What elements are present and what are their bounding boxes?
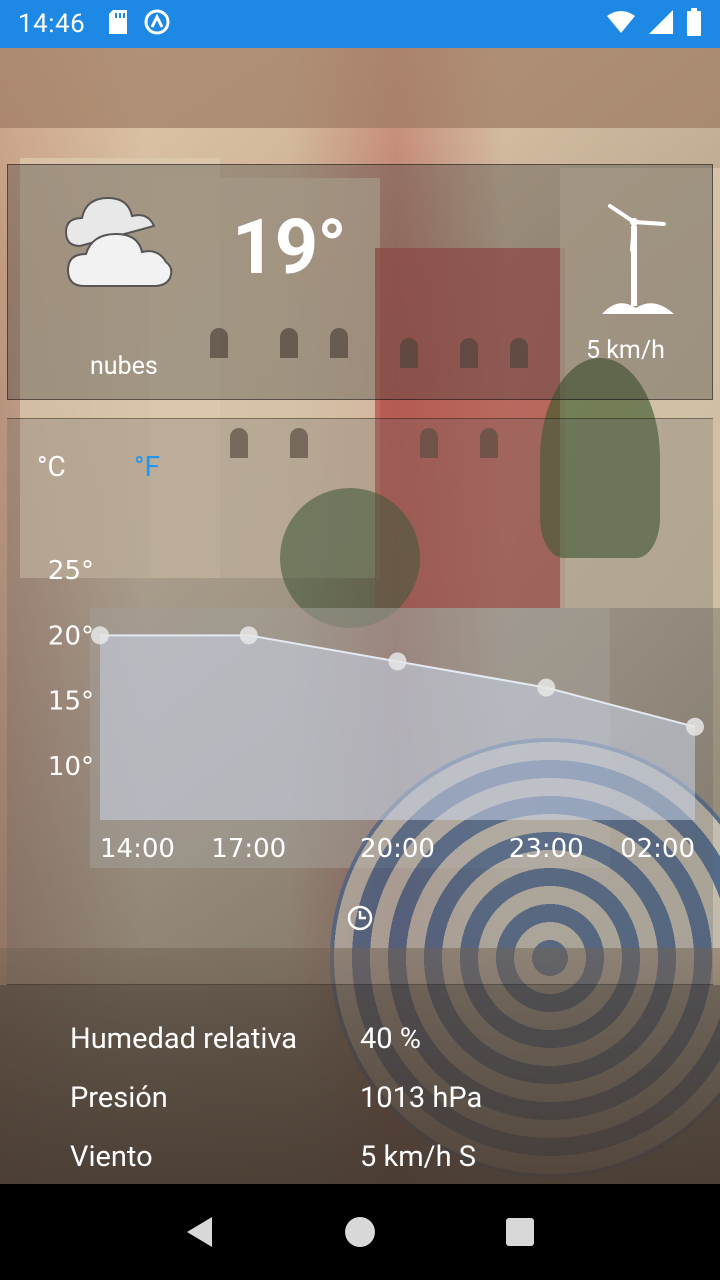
temperature-chart: 25° 20° 15° 10° 14:00 17:00 20:00 23:00 02:00 — [48, 556, 704, 864]
sync-icon — [143, 8, 171, 40]
status-time: 14:46 — [18, 9, 86, 39]
clock-icon[interactable] — [346, 904, 374, 932]
x-tick-label: 14:00 — [100, 834, 175, 864]
wind-value: 5 km/h S — [360, 1140, 476, 1174]
status-bar: 14:46 — [0, 0, 720, 48]
detail-row-pressure: Presión 1013 hPa — [70, 1081, 482, 1115]
temperature-point — [388, 652, 407, 671]
y-tick-label: 10° — [48, 752, 94, 782]
battery-icon — [686, 8, 702, 40]
wifi-icon — [606, 10, 636, 38]
temperature-point — [537, 678, 556, 697]
back-icon[interactable] — [170, 1202, 230, 1262]
x-tick-label: 20:00 — [360, 834, 435, 864]
wind-turbine-icon — [598, 200, 678, 320]
y-tick-label: 20° — [48, 621, 94, 651]
wind-speed: 5 km/h — [586, 336, 665, 365]
current-temperature: 19° — [232, 202, 347, 292]
signal-icon — [648, 9, 674, 39]
weather-description: nubes — [90, 352, 158, 381]
x-tick-label: 02:00 — [620, 834, 695, 864]
y-tick-label: 15° — [48, 687, 94, 717]
temperature-point — [686, 717, 704, 736]
detail-row-wind: Viento 5 km/h S — [70, 1140, 476, 1174]
celsius-toggle[interactable]: °C — [37, 450, 66, 483]
x-tick-label: 17:00 — [211, 834, 286, 864]
cloud-icon — [58, 190, 178, 290]
fahrenheit-toggle[interactable]: °F — [134, 450, 160, 483]
recents-icon[interactable] — [490, 1202, 550, 1262]
pressure-label: Presión — [70, 1081, 168, 1115]
home-icon[interactable] — [330, 1202, 390, 1262]
detail-row-humidity: Humedad relativa 40 % — [70, 1022, 421, 1056]
navigation-bar — [0, 1184, 720, 1280]
humidity-value: 40 % — [360, 1022, 422, 1056]
y-tick-label: 25° — [48, 556, 94, 586]
pressure-value: 1013 hPa — [360, 1081, 483, 1115]
humidity-label: Humedad relativa — [70, 1022, 298, 1056]
sd-card-icon — [107, 9, 129, 39]
x-tick-label: 23:00 — [509, 834, 584, 864]
wind-label: Viento — [70, 1140, 153, 1174]
temperature-point — [239, 626, 258, 645]
